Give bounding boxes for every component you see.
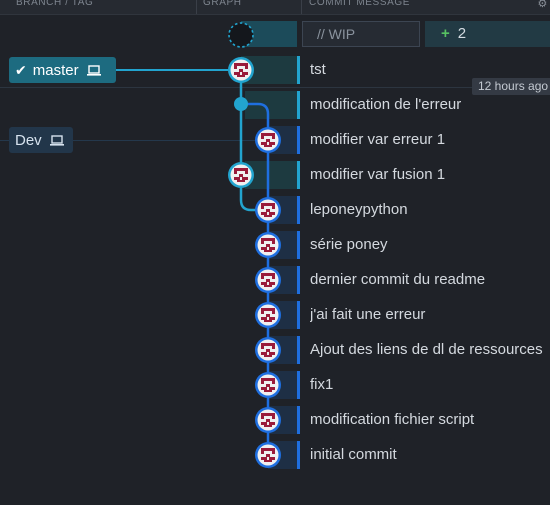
lane-color-bar: [297, 266, 300, 294]
commit-avatar[interactable]: [255, 302, 281, 328]
lane-color-bar: [297, 126, 300, 154]
cyan-lane: [239, 104, 256, 212]
wip-message-input[interactable]: // WIP: [302, 21, 420, 47]
commit-avatar[interactable]: [255, 442, 281, 468]
commit-avatar[interactable]: [255, 337, 281, 363]
commit-message[interactable]: modification de l'erreur: [310, 96, 548, 113]
commit-message[interactable]: modification fichier script: [310, 411, 548, 428]
commit-message[interactable]: modifier var fusion 1: [310, 166, 548, 183]
lane-color-bar: [297, 336, 300, 364]
commit-message[interactable]: fix1: [310, 376, 548, 393]
commit-avatar[interactable]: [255, 232, 281, 258]
commit-avatar[interactable]: [255, 372, 281, 398]
commit-message[interactable]: tst: [310, 61, 548, 78]
commit-avatar[interactable]: [228, 162, 254, 188]
wip-node[interactable]: [228, 22, 254, 48]
lane-color-bar: [297, 56, 300, 84]
commit-message[interactable]: j'ai fait une erreur: [310, 306, 548, 323]
lane-color-bar: [297, 441, 300, 469]
lane-color-bar: [297, 406, 300, 434]
merge-commit-dot[interactable]: [234, 97, 248, 111]
wip-count-value: 2: [457, 25, 467, 42]
commit-avatar[interactable]: [228, 57, 254, 83]
commit-avatar[interactable]: [255, 407, 281, 433]
commit-avatar[interactable]: [255, 197, 281, 223]
lane-color-bar: [297, 371, 300, 399]
lane-color-bar: [297, 161, 300, 189]
commit-message[interactable]: dernier commit du readme: [310, 271, 548, 288]
plus-icon: +: [441, 25, 450, 42]
wip-changes-count[interactable]: +2: [425, 21, 550, 47]
commit-message[interactable]: modifier var erreur 1: [310, 131, 548, 148]
lane-color-bar: [297, 301, 300, 329]
commit-message[interactable]: Ajout des liens de dl de ressources: [310, 341, 548, 358]
commit-message[interactable]: série poney: [310, 236, 548, 253]
commit-avatar[interactable]: [255, 267, 281, 293]
commit-time-tooltip: 12 hours ago: [472, 78, 550, 95]
commit-message[interactable]: initial commit: [310, 446, 548, 463]
commit-message[interactable]: leponeypython: [310, 201, 548, 218]
lane-color-bar: [297, 196, 300, 224]
lane-color-bar: [297, 231, 300, 259]
commit-avatar[interactable]: [255, 127, 281, 153]
lane-color-bar: [297, 91, 300, 119]
